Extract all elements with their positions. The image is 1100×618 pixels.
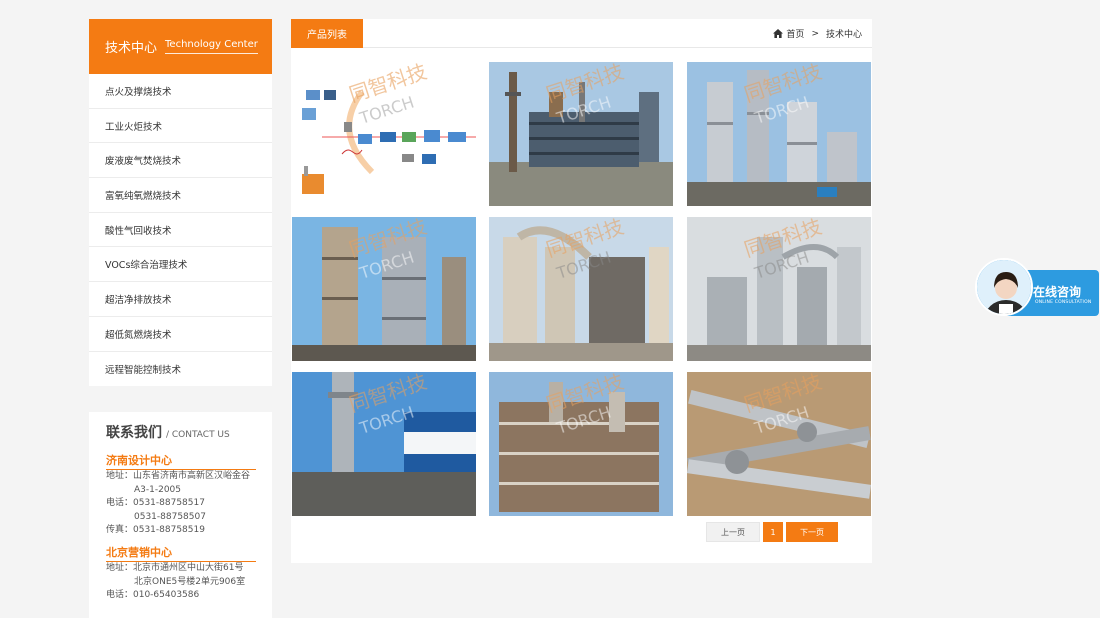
breadcrumb-home[interactable]: 首页 bbox=[786, 27, 804, 40]
jinan-phone-2: 0531-88758507 bbox=[134, 511, 206, 522]
sidebar: 技术中心 Technology Center 点火及撑烧技术 工业火炬技术 废液… bbox=[89, 19, 272, 387]
product-panel: 产品列表 首页 > 技术中心 同智科技 TORCH 同智科技 TORCH 同智科… bbox=[291, 19, 872, 563]
sidebar-item-flare[interactable]: 工业火炬技术 bbox=[89, 109, 272, 144]
sidebar-item-low-nox[interactable]: 超低氮燃烧技术 bbox=[89, 317, 272, 352]
plant-frame-image: 同智科技 TORCH bbox=[489, 372, 673, 516]
product-card[interactable]: 同智科技 TORCH bbox=[687, 62, 871, 206]
sidebar-item-remote-control[interactable]: 远程智能控制技术 bbox=[89, 352, 272, 387]
consult-sublabel: ONLINE CONSULTATION bbox=[1035, 300, 1092, 305]
agent-avatar bbox=[975, 258, 1033, 316]
breadcrumb: 首页 > 技术中心 bbox=[773, 19, 862, 48]
jinan-fax: 传真：0531-88758519 bbox=[106, 525, 205, 536]
contact-title-zh: 联系我们 bbox=[106, 425, 162, 441]
plant-photo-image: 同智科技 TORCH bbox=[489, 62, 673, 206]
tab-product-list[interactable]: 产品列表 bbox=[291, 19, 363, 48]
sidebar-item-vocs[interactable]: VOCs综合治理技术 bbox=[89, 247, 272, 283]
stack-photo-image: 同智科技 TORCH bbox=[292, 372, 476, 516]
product-card[interactable]: 同智科技 TORCH bbox=[489, 217, 673, 361]
jinan-title: 济南设计中心 bbox=[106, 452, 256, 470]
jinan-phone: 电话：0531-88758517 bbox=[106, 498, 205, 509]
jinan-address: 地址：山东省济南市高新区汉峪金谷 bbox=[106, 471, 251, 481]
towers-photo-image: 同智科技 TORCH bbox=[687, 62, 871, 206]
page-number-button[interactable]: 1 bbox=[763, 522, 783, 542]
product-card[interactable]: 同智科技 TORCH bbox=[292, 372, 476, 516]
beijing-title: 北京营销中心 bbox=[106, 544, 256, 562]
product-card[interactable]: 同智科技 TORCH bbox=[292, 217, 476, 361]
product-card[interactable]: 同智科技 TORCH bbox=[687, 372, 871, 516]
panel-header: 产品列表 首页 > 技术中心 bbox=[291, 19, 872, 48]
sidebar-header: 技术中心 Technology Center bbox=[89, 19, 272, 74]
contact-beijing: 北京营销中心 地址：北京市通州区中山大街61号 北京ONE5号楼2单元906室 … bbox=[106, 544, 256, 603]
contact-title-en: / CONTACT US bbox=[166, 430, 230, 440]
breadcrumb-current[interactable]: 技术中心 bbox=[826, 27, 862, 40]
jinan-address-2: A3-1-2005 bbox=[134, 484, 182, 495]
pipes-photo-image: 同智科技 TORCH bbox=[687, 372, 871, 516]
equipment-photo-image: 同智科技 TORCH bbox=[687, 217, 871, 361]
pagination: 上一页 1 下一页 bbox=[706, 522, 838, 542]
sidebar-item-clean-emission[interactable]: 超洁净排放技术 bbox=[89, 282, 272, 317]
sidebar-title: 技术中心 bbox=[105, 41, 158, 56]
product-card[interactable]: 同智科技 TORCH bbox=[687, 217, 871, 361]
sidebar-subtitle: Technology Center bbox=[165, 39, 258, 54]
sidebar-menu: 点火及撑烧技术 工业火炬技术 废液废气焚烧技术 富氧纯氧燃烧技术 酸性气回收技术… bbox=[89, 74, 272, 387]
beijing-address-2: 北京ONE5号楼2单元906室 bbox=[134, 576, 246, 587]
product-card[interactable]: 同智科技 TORCH bbox=[292, 62, 476, 206]
next-page-button[interactable]: 下一页 bbox=[786, 522, 838, 542]
consult-label: 在线咨询 bbox=[1033, 285, 1082, 299]
towers-rust-image: 同智科技 TORCH bbox=[292, 217, 476, 361]
prev-page-button[interactable]: 上一页 bbox=[706, 522, 760, 542]
product-card[interactable]: 同智科技 TORCH bbox=[489, 372, 673, 516]
contact-jinan: 济南设计中心 地址：山东省济南市高新区汉峪金谷 A3-1-2005 电话：053… bbox=[106, 452, 256, 538]
scrubber-photo-image: 同智科技 TORCH bbox=[489, 217, 673, 361]
product-card[interactable]: 同智科技 TORCH bbox=[489, 62, 673, 206]
sidebar-item-acid-gas[interactable]: 酸性气回收技术 bbox=[89, 213, 272, 248]
breadcrumb-separator: > bbox=[811, 28, 819, 39]
sidebar-item-ignition[interactable]: 点火及撑烧技术 bbox=[89, 74, 272, 109]
home-icon bbox=[773, 29, 784, 38]
contact-box: 联系我们 / CONTACT US 济南设计中心 地址：山东省济南市高新区汉峪金… bbox=[89, 412, 272, 618]
beijing-phone: 电话：010-65403586 bbox=[106, 590, 200, 601]
system-diagram-image: 同智科技 TORCH bbox=[292, 62, 476, 206]
contact-title: 联系我们 / CONTACT US bbox=[106, 422, 256, 442]
online-consult-widget[interactable]: 在线咨询 ONLINE CONSULTATION bbox=[975, 258, 1099, 317]
sidebar-item-oxygen-combustion[interactable]: 富氧纯氧燃烧技术 bbox=[89, 178, 272, 213]
sidebar-item-incineration[interactable]: 废液废气焚烧技术 bbox=[89, 143, 272, 179]
beijing-address: 地址：北京市通州区中山大街61号 bbox=[106, 562, 244, 573]
